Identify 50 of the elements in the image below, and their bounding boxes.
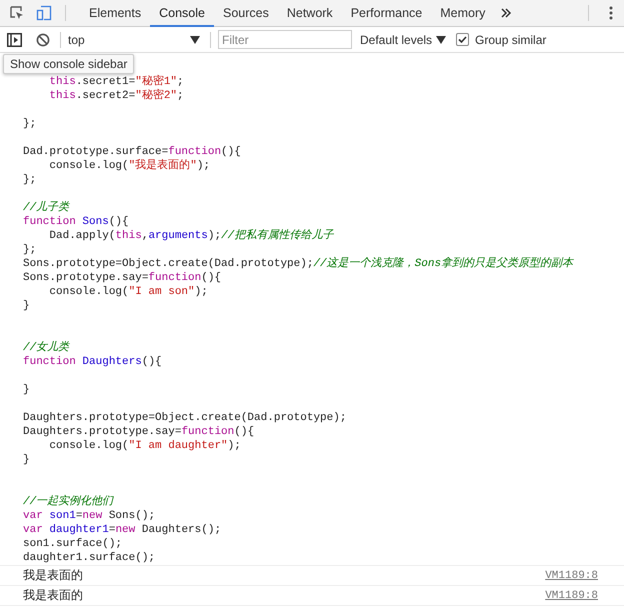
caret-icon — [436, 36, 446, 44]
group-similar-checkbox[interactable] — [456, 33, 470, 46]
panel-tab[interactable]: Performance — [342, 0, 432, 27]
code-line: } — [23, 453, 30, 467]
filter-field[interactable]: Filter — [218, 30, 352, 49]
code-line: console.log("我是表面的"); — [48, 159, 210, 173]
code-line: var son1=new Sons(); — [23, 509, 156, 523]
levels-dropdown[interactable]: Default levels — [360, 32, 446, 46]
caret-icon — [190, 36, 200, 44]
sidebar-toggle-icon[interactable] — [7, 32, 22, 46]
panel-tab[interactable]: Elements — [80, 0, 150, 27]
panel-tab[interactable]: Network — [278, 0, 342, 27]
code-line: } — [23, 383, 30, 397]
inspect-icon[interactable] — [9, 5, 25, 21]
clear-console-icon[interactable] — [36, 32, 50, 46]
log-message: 我是表面的 — [23, 587, 83, 604]
code-line: function Daughters(){ — [23, 355, 162, 369]
code-line: //女儿类 — [23, 341, 70, 355]
source-link[interactable]: VM1189:8 — [545, 590, 598, 602]
code-line: console.log("I am daughter"); — [48, 439, 241, 453]
code-line: }; — [23, 117, 36, 131]
code-line: var daughter1=new Daughters(); — [23, 523, 222, 537]
code-line: } — [23, 299, 30, 313]
log-message: 我是表面的 — [23, 567, 83, 584]
code-line: Sons.prototype=Object.create(Dad.prototype);//这是一个浅克隆，Sons拿到的只是父类原型的副本 — [23, 257, 574, 271]
code-line: Dad.prototype.surface=function(){ — [23, 145, 241, 159]
panel-tab[interactable]: Sources — [214, 0, 278, 27]
tooltip: Show console sidebar — [3, 54, 134, 74]
group-similar-label[interactable]: Group similar — [475, 32, 546, 46]
code-line: //儿子类 — [23, 201, 70, 215]
code-line: console.log("I am son"); — [48, 285, 208, 299]
panel-tab[interactable]: Memory — [431, 0, 494, 27]
code-line: }; — [23, 243, 36, 257]
panel-tab[interactable]: Console — [150, 0, 214, 27]
code-line: daughter1.surface(); — [23, 551, 156, 565]
code-line: //一起实例化他们 — [23, 495, 114, 509]
code-line: son1.surface(); — [23, 537, 122, 551]
code-line: Sons.prototype.say=function(){ — [23, 271, 222, 285]
code-line: Daughters.prototype=Object.create(Dad.prototype); — [23, 411, 346, 425]
source-link[interactable]: VM1189:8 — [545, 570, 598, 582]
code-line: function Sons(){ — [23, 215, 129, 229]
code-line: this.secret2="秘密2"; — [48, 89, 184, 103]
code-line: }; — [23, 173, 36, 187]
code-line: Daughters.prototype.say=function(){ — [23, 425, 254, 439]
more-options-icon[interactable] — [609, 6, 613, 20]
code-line: this.secret1="秘密1"; — [48, 75, 184, 88]
code-line: Dad.apply(this,arguments);//把私有属性传给儿子 — [48, 229, 334, 243]
context-selector[interactable]: top — [68, 32, 206, 46]
more-tabs-icon[interactable] — [500, 7, 512, 19]
device-icon[interactable] — [36, 5, 52, 21]
